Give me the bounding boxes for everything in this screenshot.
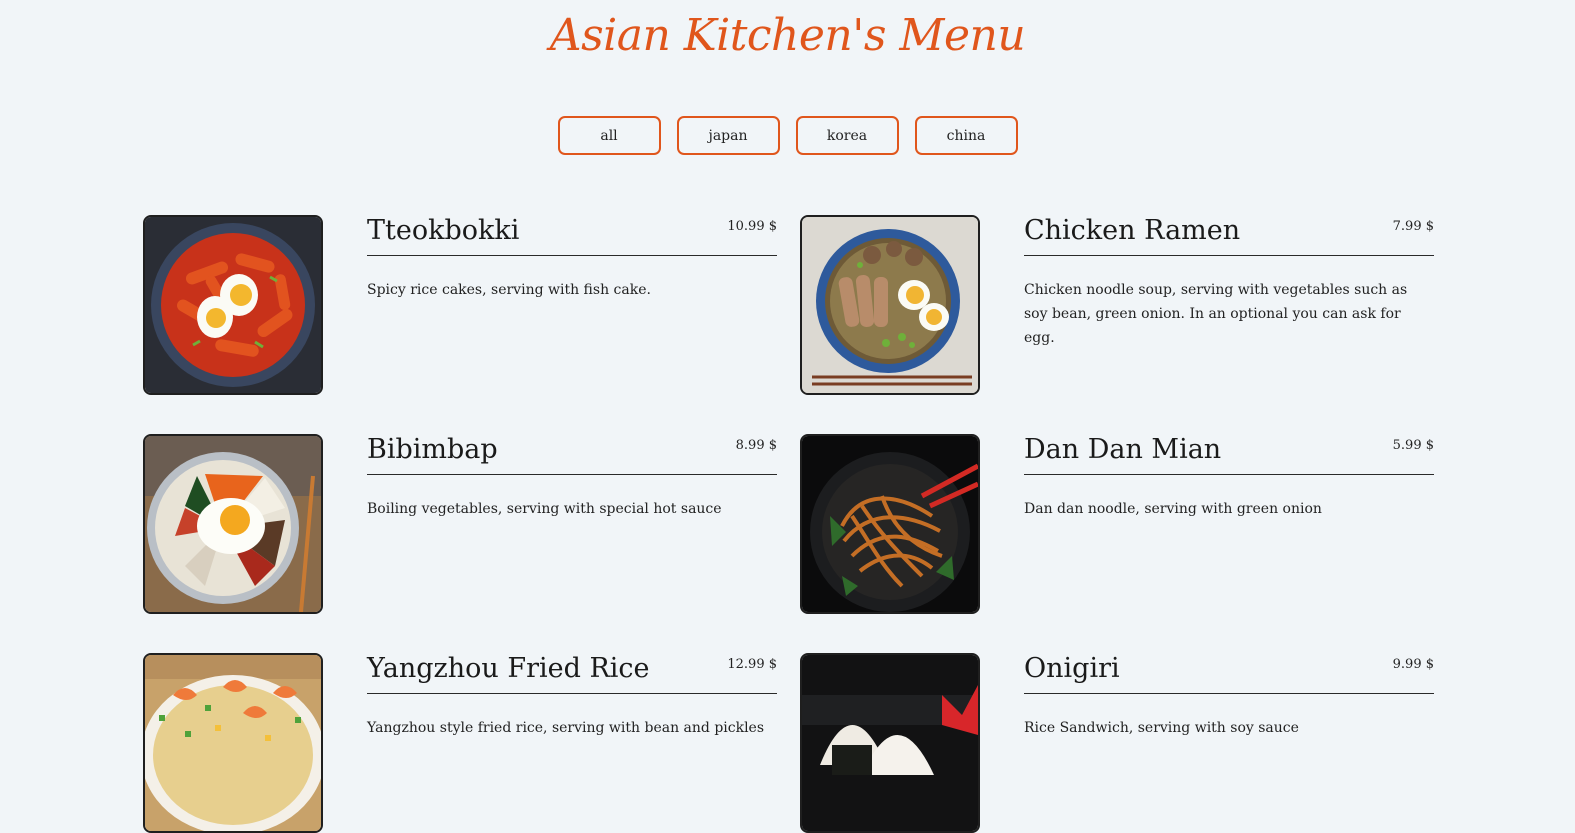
page-title: Asian Kitchen's Menu — [549, 10, 1026, 61]
menu-item-description: Spicy rice cakes, serving with fish cake… — [367, 282, 651, 298]
menu-item: Bibimbap 8.99 $ Boiling vegetables, serv… — [143, 434, 777, 614]
filter-china-button[interactable]: china — [914, 116, 1018, 155]
menu-item-description: Rice Sandwich, serving with soy sauce — [1024, 720, 1299, 736]
menu-item-description: Boiling vegetables, serving with special… — [367, 501, 722, 517]
menu-item-description: Yangzhou style fried rice, serving with … — [367, 720, 765, 736]
menu-item: Tteokbokki 10.99 $ Spicy rice cakes, ser… — [143, 215, 777, 395]
menu-item: Dan Dan Mian 5.99 $ Dan dan noodle, serv… — [800, 434, 1434, 614]
onigiri-photo — [800, 653, 980, 833]
menu-item-price: 12.99 $ — [727, 657, 777, 672]
menu-item-name: Bibimbap — [367, 434, 498, 465]
menu-item-price: 10.99 $ — [727, 219, 777, 234]
chicken-ramen-photo — [800, 215, 980, 395]
dan-dan-mian-photo — [800, 434, 980, 614]
yangzhou-fried-rice-photo — [143, 653, 323, 833]
tteokbokki-photo — [143, 215, 323, 395]
menu-item: Chicken Ramen 7.99 $ Chicken noodle soup… — [800, 215, 1434, 395]
bibimbap-photo — [143, 434, 323, 614]
menu-item-price: 9.99 $ — [1392, 657, 1434, 672]
menu-item: Onigiri 9.99 $ Rice Sandwich, serving wi… — [800, 653, 1434, 833]
menu-item-price: 7.99 $ — [1392, 219, 1434, 234]
menu-item-name: Onigiri — [1024, 653, 1120, 684]
menu-item-name: Dan Dan Mian — [1024, 434, 1222, 465]
menu-item-name: Yangzhou Fried Rice — [367, 653, 650, 684]
filter-japan-button[interactable]: japan — [676, 116, 780, 155]
menu-item-name: Chicken Ramen — [1024, 215, 1241, 246]
menu-item-description: Chicken noodle soup, serving with vegeta… — [1024, 282, 1408, 346]
menu-item-price: 5.99 $ — [1392, 438, 1434, 453]
category-filters: all japan korea china — [0, 116, 1575, 155]
menu-item-description: Dan dan noodle, serving with green onion — [1024, 501, 1322, 517]
menu-item: Yangzhou Fried Rice 12.99 $ Yangzhou sty… — [143, 653, 777, 833]
menu-item-name: Tteokbokki — [367, 215, 520, 246]
menu-item-price: 8.99 $ — [735, 438, 777, 453]
filter-korea-button[interactable]: korea — [795, 116, 899, 155]
filter-all-button[interactable]: all — [557, 116, 661, 155]
